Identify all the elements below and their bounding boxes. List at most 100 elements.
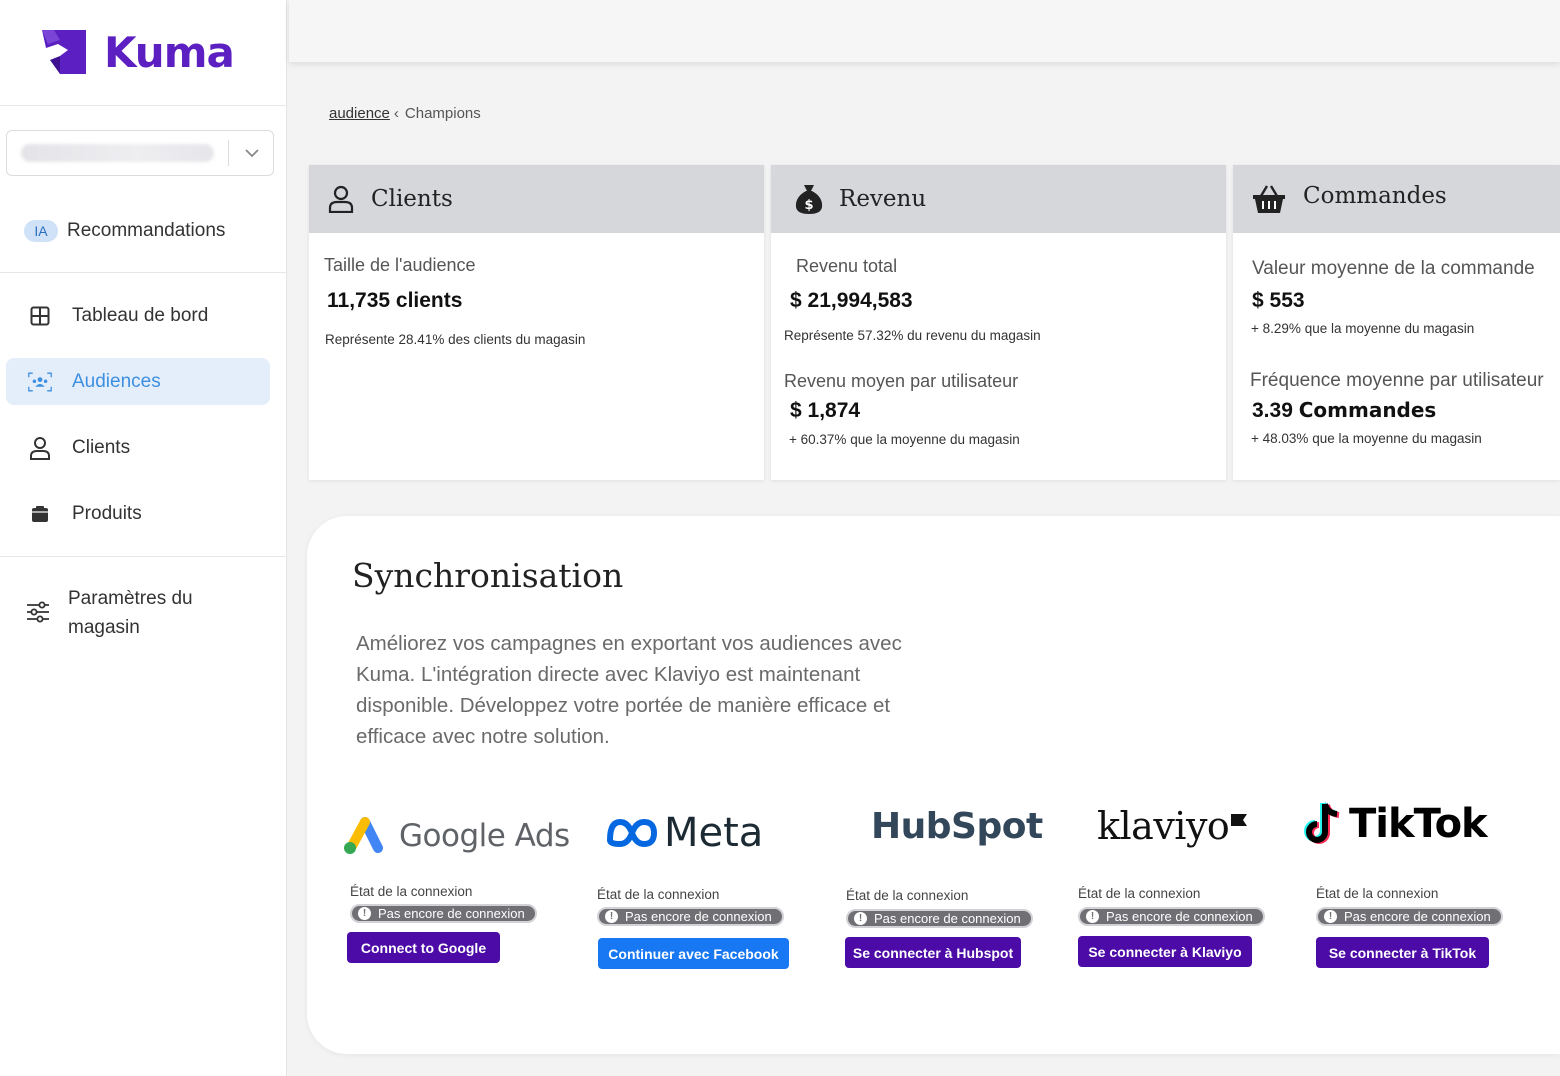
sidebar-item-label: Tableau de bord (72, 304, 209, 326)
divider (228, 140, 229, 166)
sync-description: Améliorez vos campagnes en exportant vos… (356, 632, 902, 748)
connection-state-label: État de la connexion (1316, 886, 1439, 901)
chevron-down-icon[interactable] (239, 140, 265, 166)
frequency-note-text: que la moyenne du magasin (1312, 431, 1482, 446)
sidebar-item-label: Audiences (72, 370, 161, 392)
connection-status-text: Pas encore de connexion (874, 911, 1021, 926)
sync-section: Synchronisation Améliorez vos campagnes … (307, 516, 1560, 1054)
total-revenue-value: $ 21,994,583 (790, 289, 913, 312)
connection-state-label: État de la connexion (597, 887, 720, 902)
connection-state-label: État de la connexion (350, 884, 473, 899)
meta-infinity-icon (606, 818, 658, 848)
connect-hubspot-button[interactable]: Se connecter à Hubspot (845, 937, 1021, 968)
aov-value: $ 553 (1252, 289, 1305, 312)
breadcrumb-separator: ‹ (393, 105, 399, 122)
store-selector[interactable] (6, 130, 274, 176)
sliders-icon (26, 600, 50, 624)
aov-note-text: que la moyenne du magasin (1304, 321, 1475, 336)
sidebar-item-recommendations[interactable]: IA Recommandations (6, 207, 270, 254)
total-revenue-note: Représente 57.32% du revenu du magasin (784, 328, 1041, 343)
clients-card: Clients Taille de l'audience 11,735 clie… (309, 165, 764, 480)
audience-size-note: Représente 28.41% des clients du magasin (325, 332, 586, 347)
sidebar-item-products[interactable]: Produits (6, 490, 270, 537)
avg-revenue-note-pct: + 60.37% (789, 432, 847, 447)
aov-label: Valeur moyenne de la commande (1252, 258, 1535, 279)
connect-tiktok-button[interactable]: Se connecter à TikTok (1316, 937, 1489, 968)
box-icon (28, 502, 52, 526)
brand-name: Meta (664, 810, 764, 856)
frequency-label: Fréquence moyenne par utilisateur (1250, 370, 1544, 391)
brand-name: klaviyo (1097, 804, 1230, 848)
user-icon (28, 436, 52, 460)
breadcrumb-current: Champions (404, 105, 481, 122)
connection-status-text: Pas encore de connexion (1106, 909, 1253, 924)
audience-size-label: Taille de l'audience (324, 255, 476, 275)
hubspot-logo: HubSpot (871, 806, 1043, 847)
card-title: Revenu (839, 186, 927, 212)
basket-icon (1251, 181, 1287, 217)
avg-revenue-note: + 60.37% que la moyenne du magasin (789, 432, 1020, 447)
card-header: Clients (309, 165, 764, 233)
connection-status-text: Pas encore de connexion (378, 906, 525, 921)
klaviyo-logo: klaviyo (1097, 804, 1248, 848)
sidebar-item-label: Clients (72, 436, 131, 458)
connection-status-text: Pas encore de connexion (625, 909, 772, 924)
card-title: Commandes (1303, 183, 1447, 209)
svg-text:$: $ (804, 198, 813, 213)
info-icon: ! (358, 907, 371, 920)
sidebar-item-audiences[interactable]: Audiences (6, 358, 270, 405)
sidebar: Kuma IA Recommandations Tableau de bord … (0, 0, 287, 1076)
tiktok-logo: TikTok (1303, 800, 1488, 848)
brand-name: HubSpot (871, 806, 1043, 847)
meta-logo: Meta (606, 810, 763, 856)
divider (0, 272, 287, 273)
aov-note: + 8.29% que la moyenne du magasin (1251, 321, 1474, 336)
sidebar-item-label: Produits (72, 502, 142, 524)
kuma-logo[interactable]: Kuma (38, 26, 235, 78)
card-header: $ Revenu (771, 165, 1226, 233)
sync-title: Synchronisation (352, 556, 624, 595)
brand-name: TikTok (1349, 801, 1488, 847)
audience-icon (28, 370, 52, 394)
frequency-number: 3.39 (1252, 399, 1293, 422)
brand-name: Google Ads (399, 818, 570, 854)
card-title: Clients (371, 186, 453, 212)
sidebar-item-clients[interactable]: Clients (6, 424, 270, 471)
connection-state-label: État de la connexion (846, 888, 969, 903)
connection-status-text: Pas encore de connexion (1344, 909, 1491, 924)
connect-facebook-button[interactable]: Continuer avec Facebook (598, 938, 789, 969)
store-name-blurred (21, 144, 214, 162)
connection-status-badge: ! Pas encore de connexion (1078, 907, 1265, 926)
info-icon: ! (1324, 910, 1337, 923)
frequency-unit: Commandes (1298, 398, 1437, 422)
connection-status-badge: ! Pas encore de connexion (597, 907, 784, 926)
connection-status-badge: ! Pas encore de connexion (350, 904, 537, 923)
sidebar-item-dashboard[interactable]: Tableau de bord (6, 292, 270, 339)
top-bar (289, 0, 1560, 62)
info-icon: ! (605, 910, 618, 923)
breadcrumb: audience ‹ Champions (329, 105, 481, 122)
connection-status-badge: ! Pas encore de connexion (1316, 907, 1503, 926)
breadcrumb-link-audience[interactable]: audience (329, 105, 390, 122)
money-bag-icon: $ (791, 181, 827, 217)
connection-state-label: État de la connexion (1078, 886, 1201, 901)
card-header: Commandes (1233, 165, 1560, 233)
info-icon: ! (854, 912, 867, 925)
sidebar-item-store-settings[interactable]: Paramètres du magasin (6, 584, 270, 644)
klaviyo-flag-icon (1231, 814, 1248, 826)
connect-google-button[interactable]: Connect to Google (347, 932, 500, 963)
app-name: Kuma (104, 27, 235, 77)
google-ads-logo: Google Ads (341, 816, 570, 856)
connect-klaviyo-button[interactable]: Se connecter à Klaviyo (1078, 936, 1252, 967)
divider (0, 105, 287, 106)
audience-size-value: 11,735 clients (327, 289, 463, 312)
total-revenue-label: Revenu total (796, 256, 898, 276)
divider (0, 556, 287, 557)
avg-revenue-label: Revenu moyen par utilisateur (784, 371, 1019, 391)
avg-revenue-value: $ 1,874 (790, 399, 861, 422)
info-icon: ! (1086, 910, 1099, 923)
connection-status-badge: ! Pas encore de connexion (846, 909, 1033, 928)
frequency-value: 3.39 Commandes (1252, 398, 1436, 423)
frequency-note-pct: + 48.03% (1251, 431, 1309, 446)
google-ads-icon (344, 817, 383, 854)
